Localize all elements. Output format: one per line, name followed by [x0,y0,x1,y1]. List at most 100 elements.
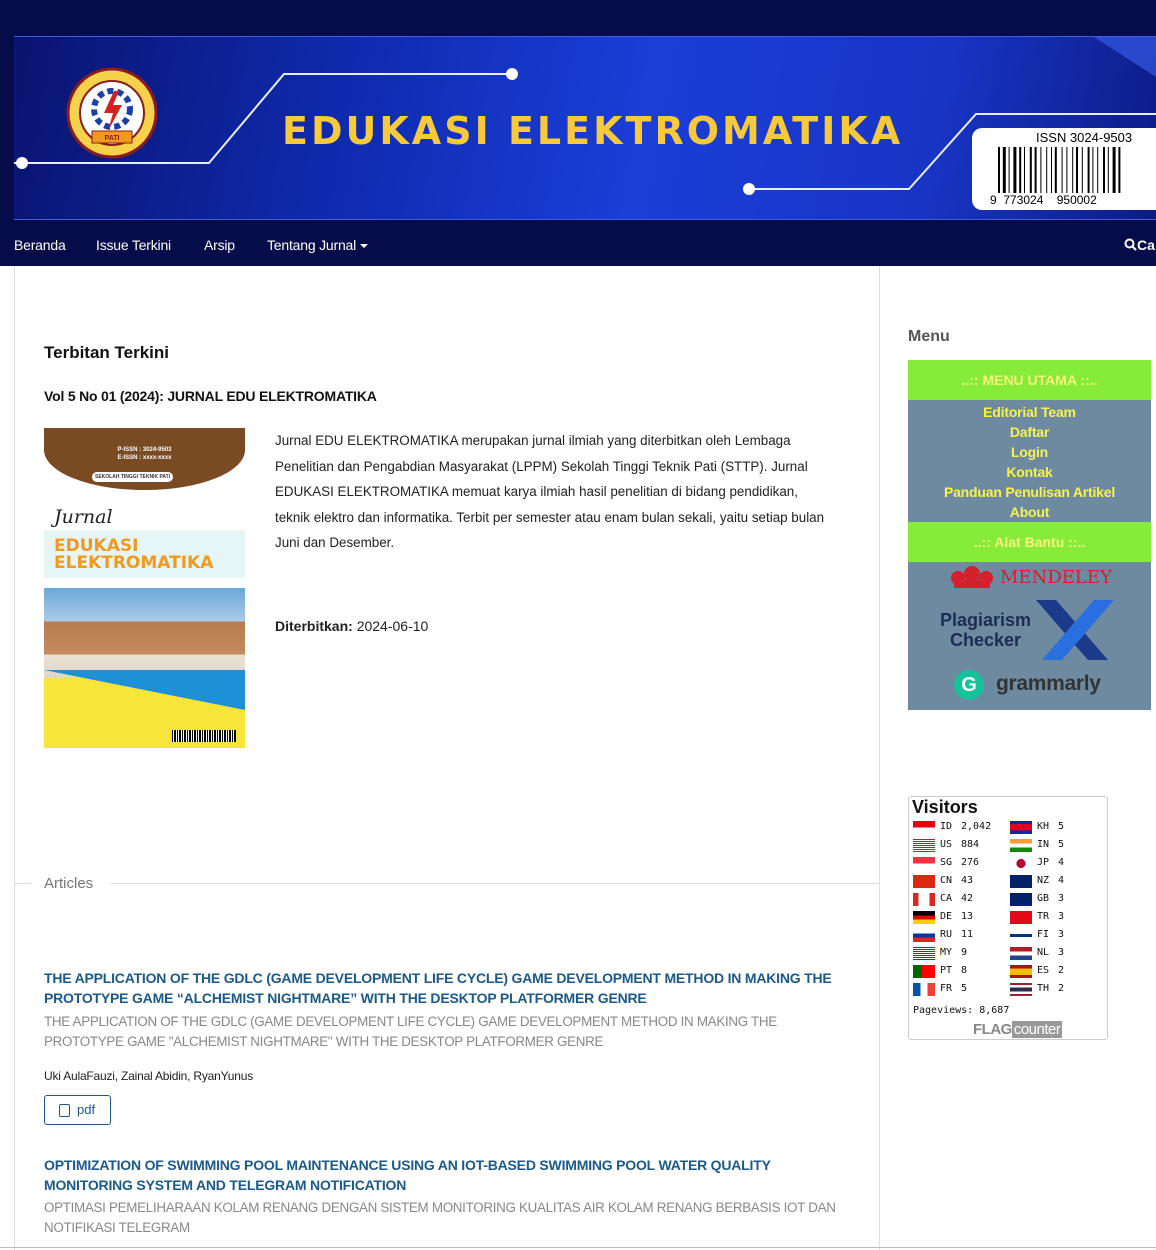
sidebar-menu-heading: Menu [908,328,950,345]
visitor-count: 2 [1058,965,1065,976]
nl-flag-icon [1010,947,1032,960]
menu-link-kontak[interactable]: Kontak [908,462,1151,482]
fr-flag-icon [913,983,935,996]
grammarly-link[interactable]: G grammarly [954,668,1124,702]
nav-issue-terkini[interactable]: Issue Terkini [96,237,171,253]
visitor-country-code: MY [940,947,953,958]
plagiarism-line1: Plagiarism [940,610,1032,630]
cover-jurnal-text: Jurnal [54,506,113,528]
jp-flag-icon [1010,857,1032,870]
visitor-country-code: NL [1037,947,1050,958]
mendeley-icon [951,566,993,588]
grammarly-label: grammarly [996,672,1101,695]
us-flag-icon [913,839,935,852]
visitor-count: 2 [1058,983,1065,994]
visitor-country-code: US [940,839,953,850]
visitor-country-code: DE [940,911,953,922]
search-link[interactable]: Ca [1124,237,1155,253]
visitor-country-code: CA [940,893,953,904]
svg-text:PATI: PATI [105,135,120,142]
cover-barcode [172,730,236,742]
nav-arsip[interactable]: Arsip [204,237,235,253]
id-flag-icon [913,821,935,834]
visitor-country-code: PT [940,965,953,976]
plagiarism-checker-link[interactable]: Plagiarism Checker [938,598,1118,662]
article-title-link[interactable]: THE APPLICATION OF THE GDLC (GAME DEVELO… [44,968,844,1008]
published-label: Diterbitkan: [275,618,353,634]
issue-cover-image[interactable]: P-ISSN : 3024-9503 E-ISSN : xxxx-xxxx SE… [44,428,245,748]
visitor-country-code: GB [1037,893,1050,904]
pageviews-label: Pageviews: [913,1005,974,1016]
articles-divider-left [15,883,31,884]
issue-title-link[interactable]: Vol 5 No 01 (2024): JURNAL EDU ELEKTROMA… [44,388,377,404]
cover-blue-triangle [44,670,245,710]
pdf-button[interactable]: pdf [44,1095,111,1125]
menu-link-about[interactable]: About [908,502,1151,522]
sidebar-menu-box: ..:: MENU UTAMA ::.. Editorial Team Daft… [908,360,1151,710]
flag-counter-widget[interactable]: Visitors ID 2,042 US 884 SG 276 CN 43 CA 42 DE 13 RU… [908,796,1108,1040]
gb-flag-icon [1010,893,1032,906]
chevron-down-icon [360,244,369,248]
main-content-box [14,266,880,1250]
published-value: 2024-06-10 [356,618,429,634]
ru-flag-icon [913,929,935,942]
articles-divider-right [110,883,880,884]
visitor-count: 9 [961,947,968,958]
journal-description: Jurnal EDU ELEKTROMATIKA merupakan jurna… [275,433,825,550]
header-banner: PATI EDUKASI ELEKTROMATIKA ISSN 3024-950… [14,36,1156,220]
menu-link-login[interactable]: Login [908,442,1151,462]
nav-beranda[interactable]: Beranda [14,237,66,253]
barcode-number: 9 773024 950002 [990,193,1097,207]
mendeley-link[interactable]: MENDELEY [950,564,1112,592]
visitor-country-code: KH [1037,821,1050,832]
menu-link-editorial-team[interactable]: Editorial Team [908,402,1151,422]
ca-flag-icon [913,893,935,906]
site-title[interactable]: EDUKASI ELEKTROMATIKA [282,109,903,153]
grammarly-icon: G [954,670,984,700]
visitor-count: 4 [1058,857,1065,868]
cover-school-name: SEKOLAH TINGGI TEKNIK PATI [92,472,174,482]
menu-utama-header: ..:: MENU UTAMA ::.. [908,360,1151,400]
in-flag-icon [1010,839,1032,852]
pdf-button-label: pdf [77,1102,96,1117]
menu-links: Editorial Team Daftar Login Kontak Pandu… [908,402,1151,522]
menu-link-daftar[interactable]: Daftar [908,422,1151,442]
visitor-country-code: SG [940,857,953,868]
article-title-link[interactable]: OPTIMIZATION OF SWIMMING POOL MAINTENANC… [44,1155,844,1195]
mendeley-label: MENDELEY [1000,567,1112,588]
visitor-count: 3 [1058,947,1065,958]
flag-counter-brand-counter: counter [1011,1021,1063,1038]
visitor-count: 11 [961,929,974,940]
visitor-country-code: TH [1037,983,1050,994]
visitor-count: 8 [961,965,968,976]
cover-issn-text: P-ISSN : 3024-9503 E-ISSN : xxxx-xxxx [44,446,245,462]
visitor-country-code: TR [1037,911,1050,922]
visitor-count: 276 [961,857,980,868]
visitor-count: 3 [1058,911,1065,922]
menu-link-panduan[interactable]: Panduan Penulisan Artikel [908,482,1151,502]
cover-eissn: E-ISSN : xxxx-xxxx [117,455,172,461]
visitor-count: 5 [961,983,968,994]
flag-counter-logo: FLAG counter [973,1021,1063,1038]
site-header: PATI EDUKASI ELEKTROMATIKA ISSN 3024-950… [0,0,1156,266]
de-flag-icon [913,911,935,924]
issn-label: ISSN 3024-9503 [1036,130,1133,145]
nav-tentang-jurnal[interactable]: Tentang Jurnal [267,237,369,253]
visitors-title: Visitors [912,797,978,817]
visitor-country-code: NZ [1037,875,1050,886]
article-subtitle: THE APPLICATION OF THE GDLC (GAME DEVELO… [44,1014,777,1049]
bottom-divider [0,1247,1156,1248]
visitor-count: 2,042 [961,821,992,832]
fi-flag-icon [1010,929,1032,942]
visitor-count: 3 [1058,893,1065,904]
visitor-country-code: ID [940,821,953,832]
visitor-country-code: JP [1037,857,1050,868]
plagiarism-text: Plagiarism Checker [940,610,1031,650]
cover-pissn: P-ISSN : 3024-9503 [117,447,172,453]
pageviews-value: 8,687 [979,1005,1010,1016]
visitor-count: 884 [961,839,980,850]
pdf-file-icon [59,1104,70,1117]
cover-title-line2: ELEKTROMATIKA [54,553,214,573]
visitor-count: 43 [961,875,974,886]
page: PATI EDUKASI ELEKTROMATIKA ISSN 3024-950… [0,0,1156,1250]
